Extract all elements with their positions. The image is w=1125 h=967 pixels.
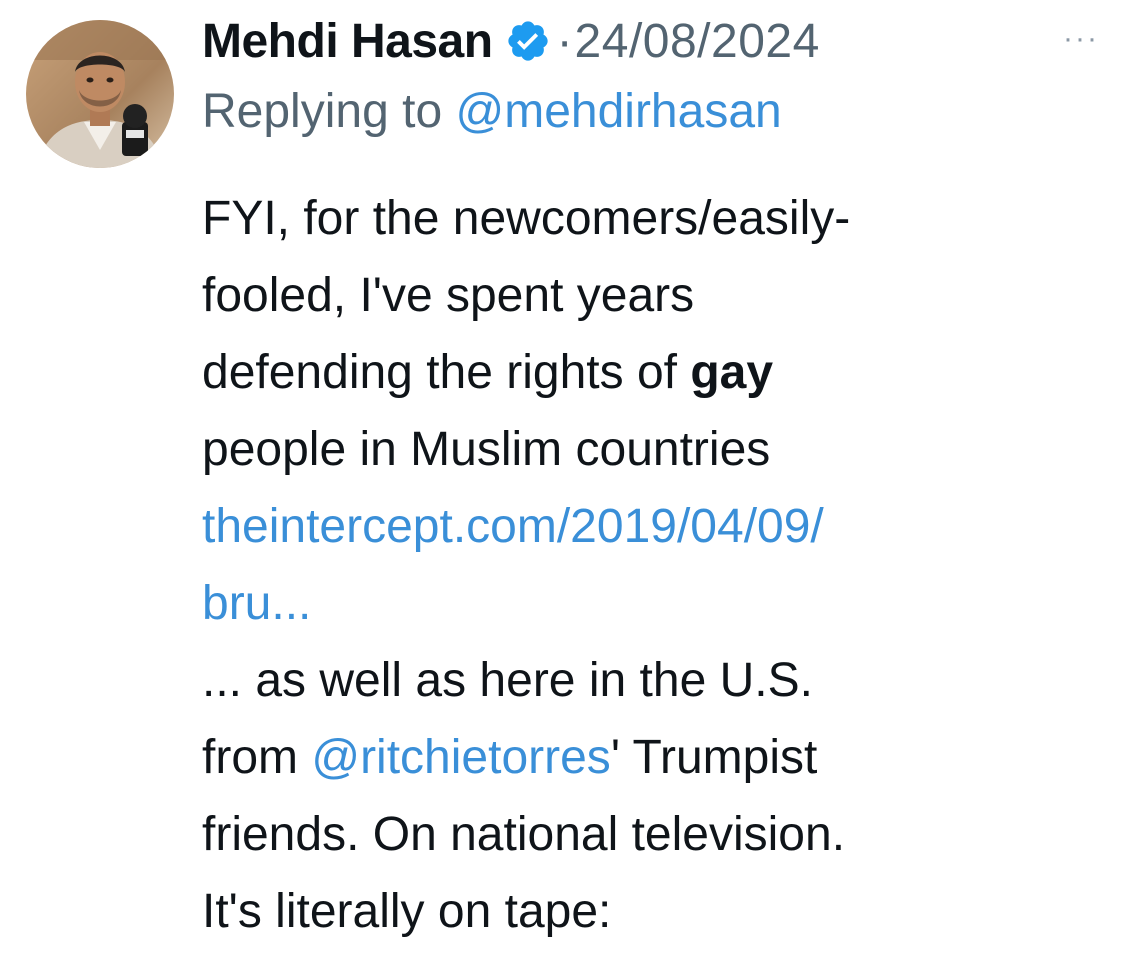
tweet-line: defending the rights of gay bbox=[202, 334, 1102, 411]
separator-dot: · bbox=[556, 14, 573, 68]
avatar[interactable] bbox=[26, 20, 174, 168]
replying-prefix: Replying to bbox=[202, 85, 443, 138]
tweet-text-segment: defending the rights of bbox=[202, 346, 691, 399]
mention-link[interactable]: @ritchietorres bbox=[311, 731, 610, 784]
tweet-date[interactable]: 24/08/2024 bbox=[575, 14, 820, 69]
tweet-line: fooled, I've spent years bbox=[202, 269, 695, 322]
author-name[interactable]: Mehdi Hasan bbox=[202, 14, 493, 69]
tweet-header: Mehdi Hasan · 24/08/2024 bbox=[202, 8, 820, 74]
replying-to: Replying to @mehdirhasan bbox=[202, 84, 782, 139]
article-link-continuation[interactable]: bru... bbox=[202, 565, 1102, 642]
avatar-photo bbox=[26, 20, 174, 168]
tweet-text-segment: from bbox=[202, 731, 312, 784]
tweet-line: ... as well as here in the U.S. bbox=[202, 654, 813, 707]
more-options-icon[interactable]: ··· bbox=[1063, 22, 1099, 56]
tweet-text-segment: ' Trumpist bbox=[610, 731, 818, 784]
replying-handle-link[interactable]: @mehdirhasan bbox=[455, 85, 781, 138]
verified-badge-icon bbox=[507, 21, 548, 61]
tweet-line: people in Muslim countries bbox=[202, 423, 771, 476]
tweet-line: from @ritchietorres' Trumpist bbox=[202, 719, 1102, 796]
tweet-text: FYI, for the newcomers/easily- fooled, I… bbox=[202, 180, 1102, 950]
tweet-line: friends. On national television. bbox=[202, 808, 846, 861]
article-link[interactable]: theintercept.com/2019/04/09/ bbox=[202, 488, 1102, 565]
tweet-line: It's literally on tape: bbox=[202, 885, 612, 938]
highlighted-word: gay bbox=[690, 346, 774, 399]
tweet-line: FYI, for the newcomers/easily- bbox=[202, 192, 851, 245]
